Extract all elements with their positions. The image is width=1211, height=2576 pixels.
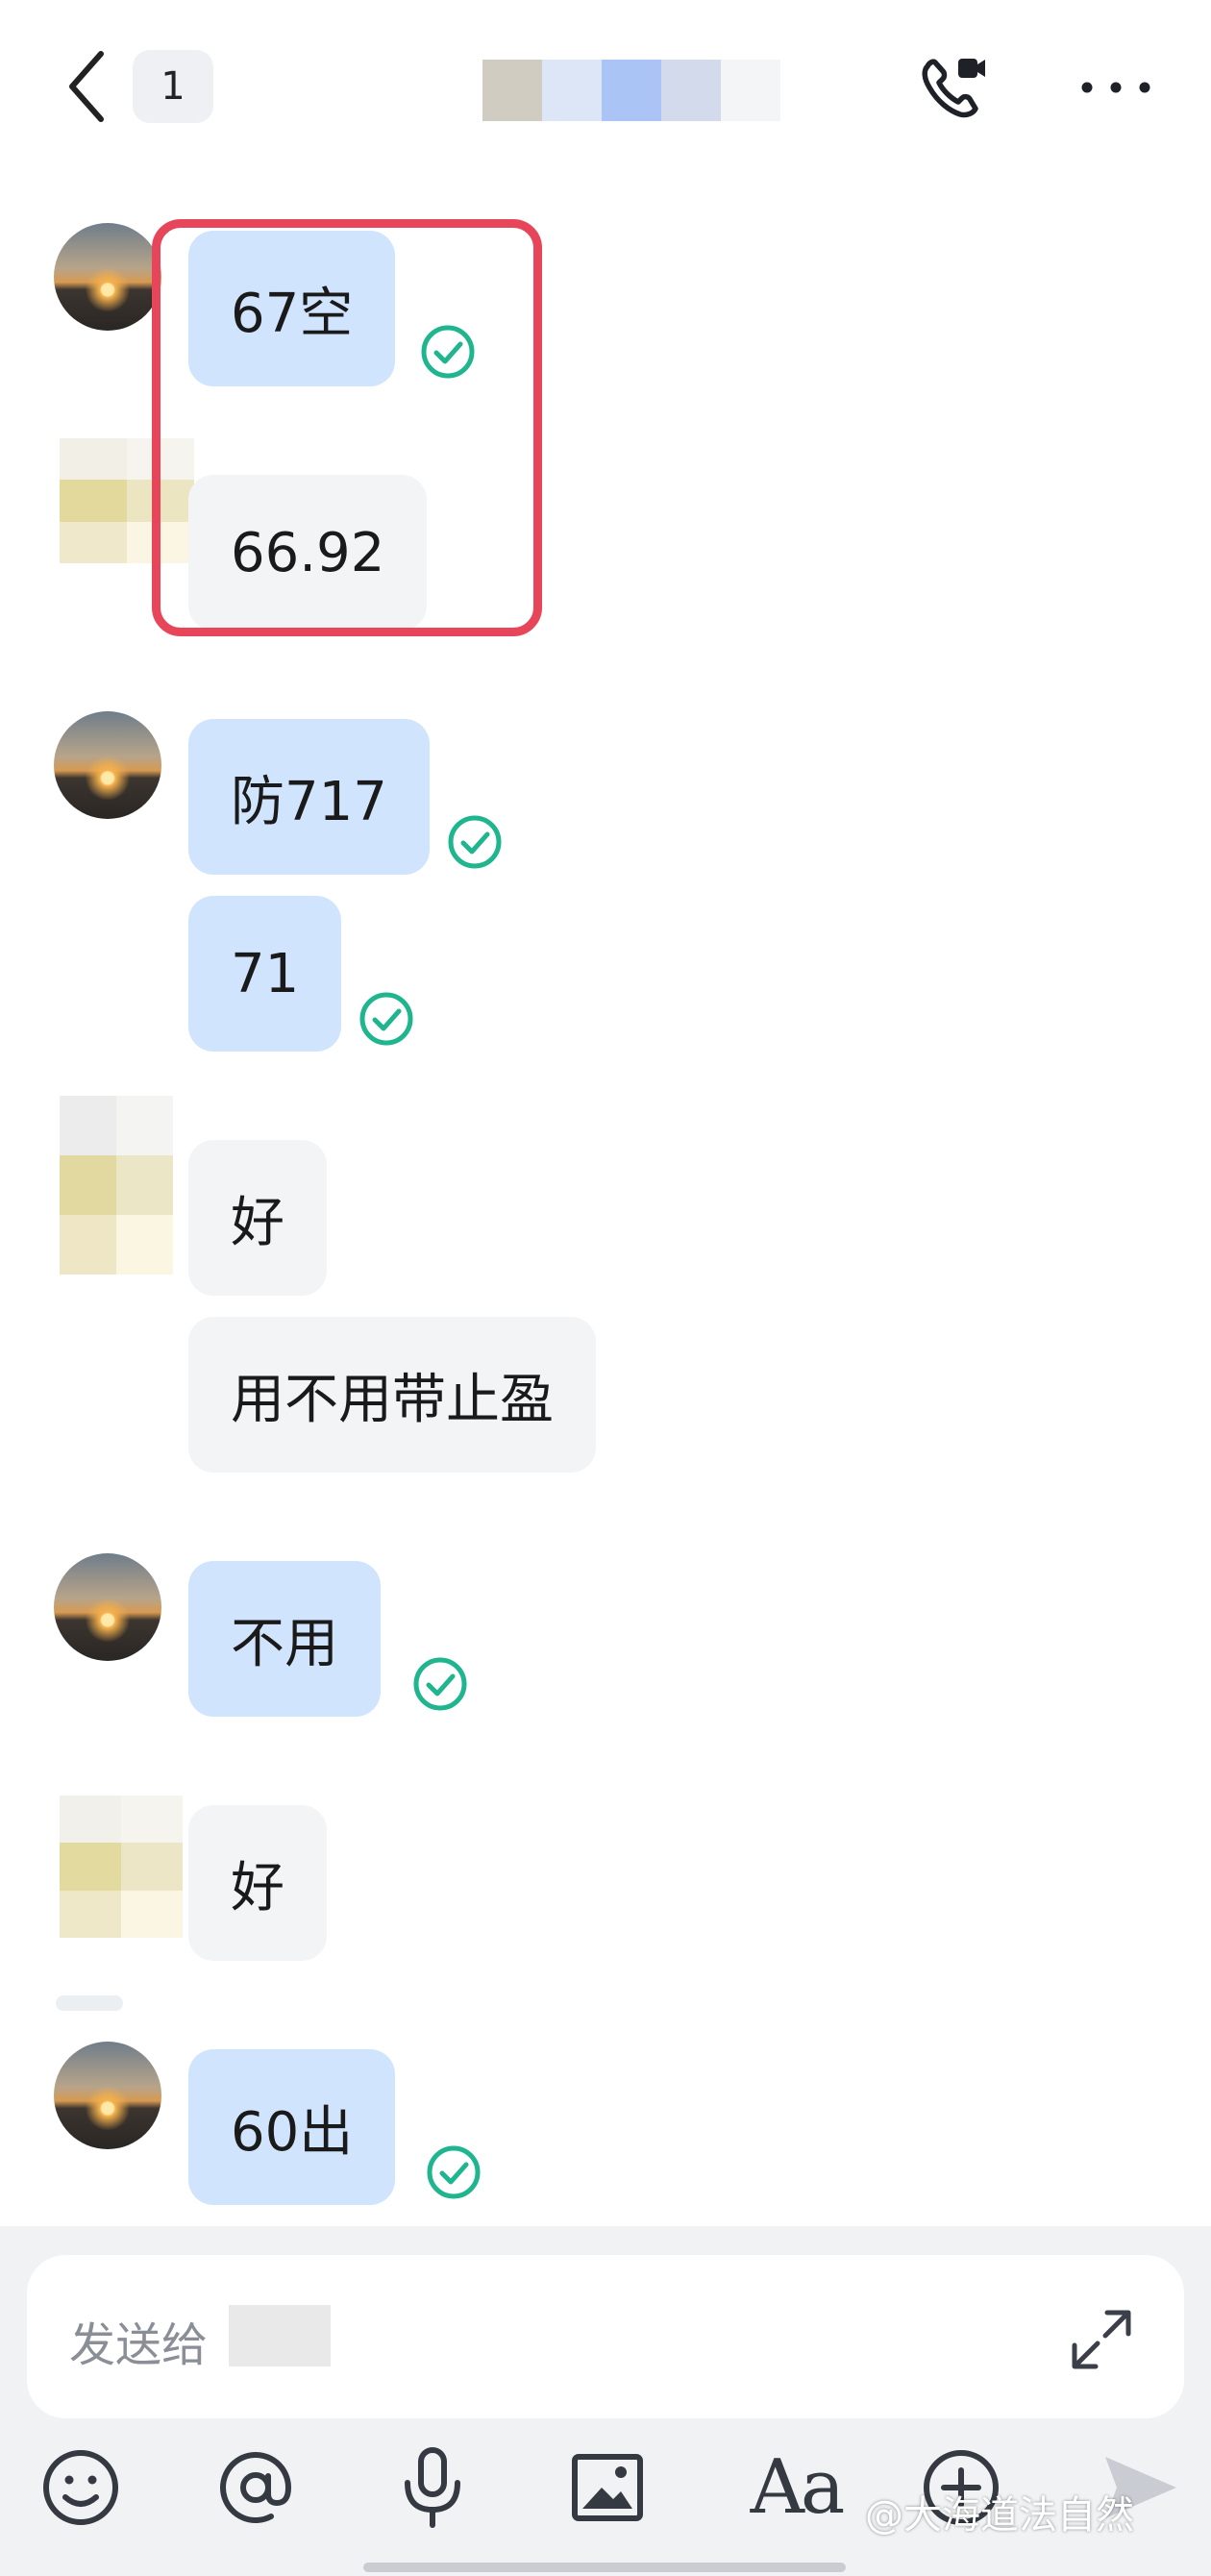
more-horizontal-icon <box>1081 82 1150 93</box>
message-input[interactable]: 发送给 <box>27 2255 1184 2418</box>
microphone-icon <box>405 2447 460 2528</box>
my-avatar[interactable] <box>54 711 161 819</box>
mosaic-cell <box>121 1890 183 1938</box>
unread-count-badge[interactable]: 1 <box>133 50 213 123</box>
blurred-fragment <box>56 1995 123 2011</box>
emoji-icon <box>43 2450 118 2525</box>
emoji-button[interactable] <box>33 2440 129 2536</box>
chat-header: 1 <box>0 0 1211 173</box>
chevron-left-icon <box>69 51 104 122</box>
mosaic-cell <box>60 1096 116 1155</box>
mosaic-cell <box>60 480 127 522</box>
title-mosaic-cell <box>482 60 542 121</box>
mosaic-cell <box>60 521 127 563</box>
my-avatar[interactable] <box>54 2042 161 2149</box>
mosaic-cell <box>60 438 127 481</box>
mosaic-cell <box>60 1796 121 1844</box>
text-format-button[interactable]: Aa <box>738 2440 853 2536</box>
image-button[interactable] <box>559 2440 655 2536</box>
message-bubble-mine[interactable]: 防717 <box>188 719 430 875</box>
message-bubble-theirs[interactable]: 好 <box>188 1140 327 1296</box>
my-avatar[interactable] <box>54 223 161 331</box>
mosaic-cell <box>121 1796 183 1844</box>
mosaic-cell <box>60 1155 116 1215</box>
back-button[interactable] <box>58 46 115 127</box>
mention-button[interactable] <box>208 2440 304 2536</box>
call-button[interactable] <box>909 44 996 131</box>
my-avatar[interactable] <box>54 1553 161 1661</box>
input-placeholder: 发送给 <box>69 2318 209 2372</box>
expand-input-button[interactable] <box>1063 2301 1140 2378</box>
mosaic-cell <box>116 1215 173 1275</box>
read-check-icon <box>359 992 413 1046</box>
chat-title-blurred <box>482 60 780 121</box>
title-mosaic-cell <box>661 60 721 121</box>
read-check-icon <box>427 2145 481 2199</box>
chat-screen: 1 67空 66.92 防717 71 好 用不用带止盈 不用 好 60出 发送… <box>0 0 1211 2576</box>
mosaic-cell <box>60 1215 116 1275</box>
message-bubble-theirs[interactable]: 好 <box>188 1805 327 1961</box>
highlight-annotation-box <box>152 219 542 636</box>
message-bubble-theirs[interactable]: 用不用带止盈 <box>188 1317 596 1473</box>
recipient-name-blurred <box>229 2305 331 2366</box>
message-bubble-mine[interactable]: 71 <box>188 896 342 1052</box>
message-bubble-mine[interactable]: 60出 <box>188 2049 396 2205</box>
contact-avatar-blurred[interactable] <box>60 1796 183 1938</box>
mosaic-cell <box>121 1843 183 1891</box>
read-check-icon <box>413 1657 467 1711</box>
contact-avatar-blurred[interactable] <box>60 1096 173 1275</box>
text-format-icon: Aa <box>750 2444 846 2531</box>
title-mosaic-cell <box>602 60 661 121</box>
phone-video-icon <box>922 59 985 118</box>
title-mosaic-cell <box>721 60 780 121</box>
mosaic-cell <box>116 1155 173 1215</box>
watermark: @大海道法自然 <box>865 2493 1134 2538</box>
more-options-button[interactable] <box>1073 54 1159 121</box>
read-check-icon <box>448 815 502 869</box>
mosaic-cell <box>116 1096 173 1155</box>
at-mention-icon <box>220 2452 292 2523</box>
expand-icon <box>1072 2310 1131 2369</box>
mosaic-cell <box>60 1843 121 1891</box>
image-icon <box>572 2454 643 2521</box>
title-mosaic-cell <box>542 60 602 121</box>
mosaic-cell <box>60 1890 121 1938</box>
home-indicator[interactable] <box>363 2563 846 2572</box>
voice-button[interactable] <box>384 2440 481 2536</box>
message-bubble-mine[interactable]: 不用 <box>188 1561 381 1717</box>
